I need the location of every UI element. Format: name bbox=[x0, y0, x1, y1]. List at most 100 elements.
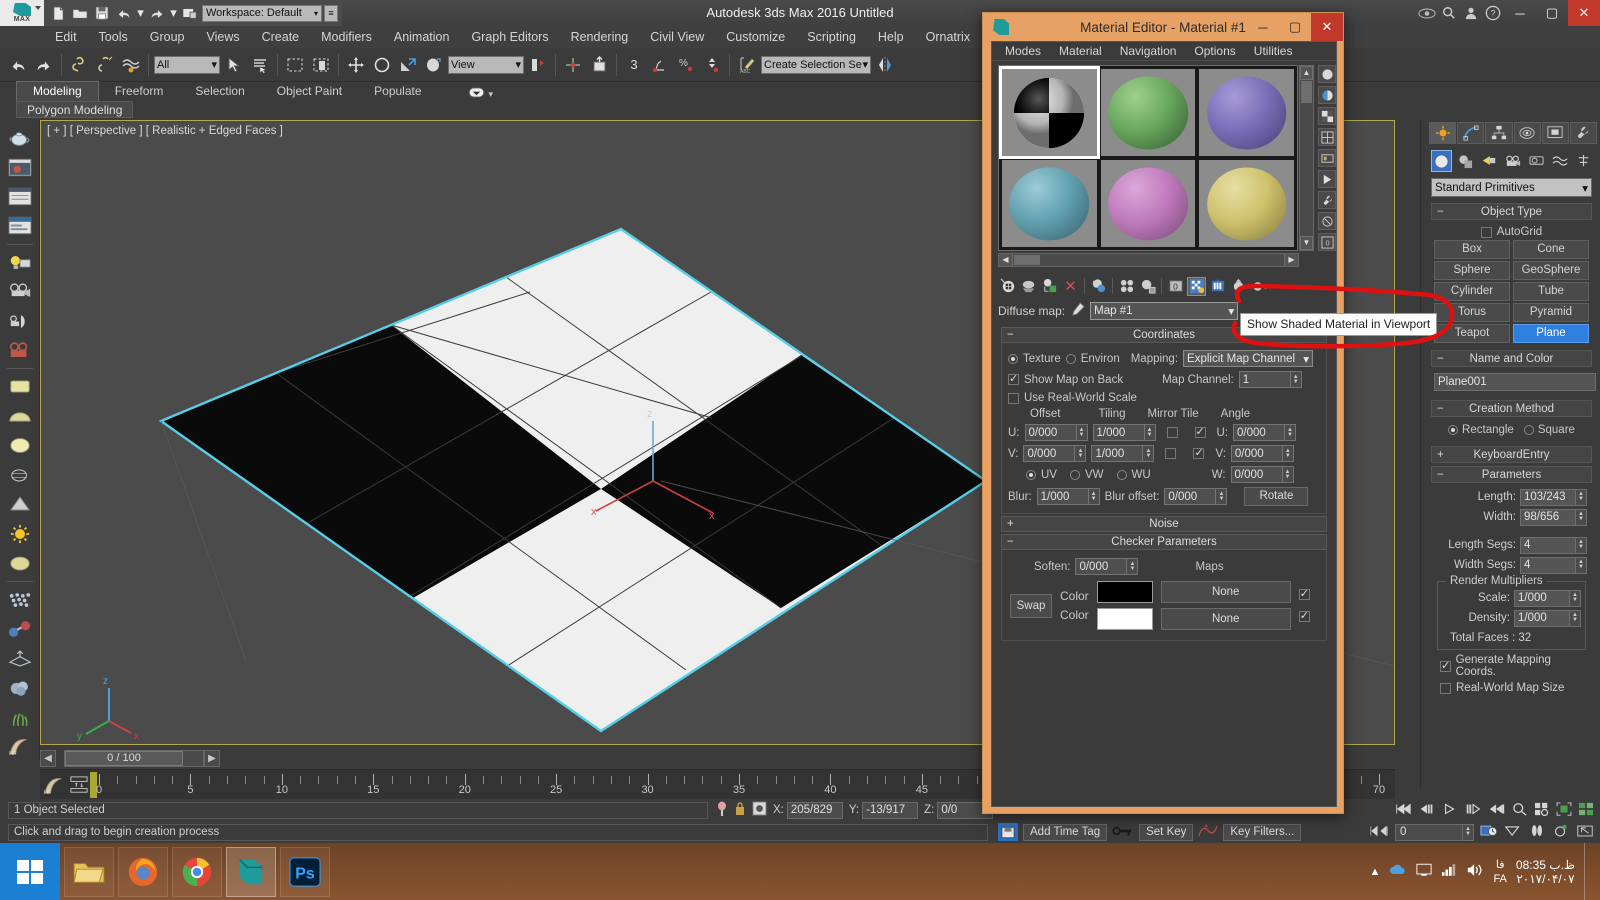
dome-primitive-icon[interactable] bbox=[5, 402, 35, 429]
key-prev-next-icon[interactable] bbox=[1369, 825, 1389, 840]
rollup-header-object-type[interactable]: − Object Type bbox=[1431, 203, 1592, 220]
rollup-header-name-and-color[interactable]: − Name and Color bbox=[1431, 350, 1592, 367]
u-tiling-value[interactable]: 1/000 bbox=[1092, 424, 1145, 441]
workspace-combo[interactable]: Workspace: Default ▾ bbox=[202, 4, 322, 22]
space-warps-category-icon[interactable] bbox=[1550, 150, 1571, 172]
open-mini-curve-editor-icon[interactable] bbox=[68, 773, 90, 797]
map1-button[interactable]: None bbox=[1160, 581, 1291, 603]
lights-category-icon[interactable] bbox=[1479, 150, 1500, 172]
show-end-result-icon[interactable] bbox=[1208, 277, 1227, 296]
map1-checkbox[interactable] bbox=[1298, 587, 1310, 600]
time-slider-next-button[interactable]: ▶ bbox=[204, 749, 220, 767]
scroll-thumb-horizontal[interactable] bbox=[1014, 255, 1040, 265]
spinner-arrows-icon[interactable]: ▲ ▼ bbox=[1290, 371, 1302, 388]
light-tool-icon[interactable] bbox=[5, 249, 35, 276]
systems-category-icon[interactable] bbox=[1573, 150, 1594, 172]
space-warp-icon[interactable] bbox=[5, 645, 35, 672]
radio-wu[interactable] bbox=[1116, 469, 1127, 480]
render-setup-icon[interactable] bbox=[5, 153, 35, 180]
tab-hierarchy[interactable] bbox=[1485, 122, 1513, 144]
u-angle-spinner[interactable]: 0/000 ▲ ▼ bbox=[1233, 424, 1296, 441]
percent-snap-icon[interactable]: % bbox=[674, 52, 698, 78]
rollout-header-noise[interactable]: + Noise bbox=[1001, 516, 1327, 532]
show-desktop-button[interactable] bbox=[1584, 843, 1590, 900]
app-logo-button[interactable]: MAX bbox=[0, 0, 44, 26]
material-editor-rollouts[interactable]: − Coordinates Texture Environ Mapping: E… bbox=[998, 325, 1330, 802]
ribbon-tab-modeling[interactable]: Modeling bbox=[16, 81, 99, 101]
minimize-button[interactable]: ─ bbox=[1504, 0, 1536, 26]
v-tiling-spinner[interactable]: 1/000 ▲ ▼ bbox=[1091, 445, 1155, 462]
key-curve-icon[interactable] bbox=[1198, 823, 1219, 841]
radio-square[interactable] bbox=[1523, 425, 1534, 435]
rollup-header-creation-method[interactable]: − Creation Method bbox=[1431, 400, 1592, 417]
u-mirror-checkbox[interactable] bbox=[1166, 427, 1178, 438]
select-and-scale-icon[interactable] bbox=[396, 52, 420, 78]
taskbar-firefox-icon[interactable] bbox=[118, 846, 168, 897]
spinner-width-segs[interactable]: ▲▼ bbox=[1520, 556, 1587, 574]
spinner-arrows-icon[interactable]: ▲ ▼ bbox=[1282, 445, 1294, 462]
walkthrough-icon[interactable] bbox=[1528, 824, 1546, 841]
spinner-arrows-icon[interactable]: ▲ ▼ bbox=[1216, 488, 1228, 505]
spinner-density[interactable]: ▲▼ bbox=[1514, 609, 1581, 627]
menu-item-scripting[interactable]: Scripting bbox=[796, 26, 867, 48]
reference-coordinate-combo[interactable]: View ▾ bbox=[448, 55, 524, 74]
current-frame-spinner[interactable]: 0 ▲ ▼ bbox=[1395, 823, 1474, 841]
chevron-down-icon[interactable]: ▾ bbox=[489, 89, 494, 100]
physical-camera-icon[interactable] bbox=[5, 337, 35, 364]
next-frame-icon[interactable] bbox=[1464, 802, 1482, 818]
select-by-name-icon[interactable] bbox=[248, 52, 272, 78]
material-editor-minimize-button[interactable]: ─ bbox=[1247, 13, 1279, 41]
button-cylinder[interactable]: Cylinder bbox=[1434, 282, 1510, 301]
go-to-start-icon[interactable] bbox=[1394, 803, 1412, 818]
backlight-icon[interactable] bbox=[1318, 86, 1336, 104]
molecule-icon[interactable] bbox=[5, 615, 35, 642]
autogrid-row[interactable]: AutoGrid bbox=[1434, 224, 1589, 240]
slot-purple[interactable] bbox=[1198, 68, 1295, 157]
go-to-end-icon[interactable] bbox=[1488, 803, 1506, 818]
shapes-category-icon[interactable] bbox=[1455, 150, 1476, 172]
u-offset-value[interactable]: 0/000 bbox=[1024, 424, 1077, 441]
orbit-icon[interactable] bbox=[1552, 824, 1570, 841]
absolute-relative-toggle-icon[interactable] bbox=[752, 801, 767, 819]
teapot-primitive-icon[interactable] bbox=[5, 461, 35, 488]
spinner-arrows-icon[interactable]: ▲ ▼ bbox=[1144, 424, 1156, 441]
material-editor-window[interactable]: Material Editor - Material #1 ─ ▢ ✕ Mode… bbox=[982, 12, 1344, 814]
cloud-icon[interactable] bbox=[5, 674, 35, 701]
scroll-right-icon[interactable]: ▶ bbox=[1284, 254, 1298, 266]
put-material-to-scene-icon[interactable] bbox=[1019, 277, 1038, 296]
scroll-left-icon[interactable]: ◀ bbox=[999, 254, 1013, 266]
generate-mapping-row[interactable]: Generate Mapping Coords. bbox=[1434, 652, 1589, 680]
unlink-selection-icon[interactable] bbox=[93, 52, 117, 78]
background-checker-icon[interactable] bbox=[1318, 107, 1336, 125]
start-button[interactable] bbox=[0, 843, 60, 900]
radio-environ[interactable] bbox=[1065, 353, 1076, 364]
plane-primitive-icon[interactable] bbox=[5, 373, 35, 400]
menu-item-ornatrix[interactable]: Ornatrix bbox=[915, 26, 981, 48]
ribbon-tab-freeform[interactable]: Freeform bbox=[99, 82, 180, 101]
slots-vertical-scrollbar[interactable]: ▲ ▼ bbox=[1299, 65, 1314, 251]
material-editor-title-bar[interactable]: Material Editor - Material #1 ─ ▢ ✕ bbox=[983, 13, 1343, 41]
v-offset-value[interactable]: 0/000 bbox=[1023, 445, 1076, 462]
slots-horizontal-scrollbar[interactable]: ◀ ▶ bbox=[998, 253, 1299, 267]
save-file-icon[interactable] bbox=[92, 3, 112, 23]
input-length[interactable] bbox=[1520, 488, 1576, 506]
rollup-header-keyboard-entry[interactable]: + KeyboardEntry bbox=[1431, 446, 1592, 463]
prompt-pin-icon[interactable] bbox=[716, 801, 728, 820]
geometry-category-icon[interactable] bbox=[1431, 150, 1452, 172]
menu-item-civil-view[interactable]: Civil View bbox=[639, 26, 715, 48]
u-tiling-spinner[interactable]: 1/000 ▲ ▼ bbox=[1092, 424, 1156, 441]
v-angle-spinner[interactable]: 0/000 ▲ ▼ bbox=[1230, 445, 1294, 462]
rollout-header-checker[interactable]: − Checker Parameters bbox=[1001, 534, 1327, 550]
blur-spinner[interactable]: 1/000 ▲ ▼ bbox=[1036, 488, 1100, 505]
button-pyramid[interactable]: Pyramid bbox=[1513, 303, 1589, 322]
zoom-extents-all-icon[interactable] bbox=[1578, 802, 1594, 819]
undo-scene-icon[interactable] bbox=[6, 52, 30, 78]
color2-swatch[interactable] bbox=[1096, 608, 1153, 630]
spinner-length[interactable]: ▲▼ bbox=[1520, 488, 1587, 506]
lock-icon[interactable] bbox=[734, 801, 746, 819]
w-angle-value[interactable]: 0/000 bbox=[1230, 466, 1283, 483]
tray-volume-icon[interactable] bbox=[1466, 863, 1484, 880]
play-animation-icon[interactable] bbox=[1442, 803, 1458, 818]
ribbon-display-icon[interactable] bbox=[468, 87, 485, 101]
redo-dropdown-icon[interactable]: ▾ bbox=[169, 3, 178, 23]
